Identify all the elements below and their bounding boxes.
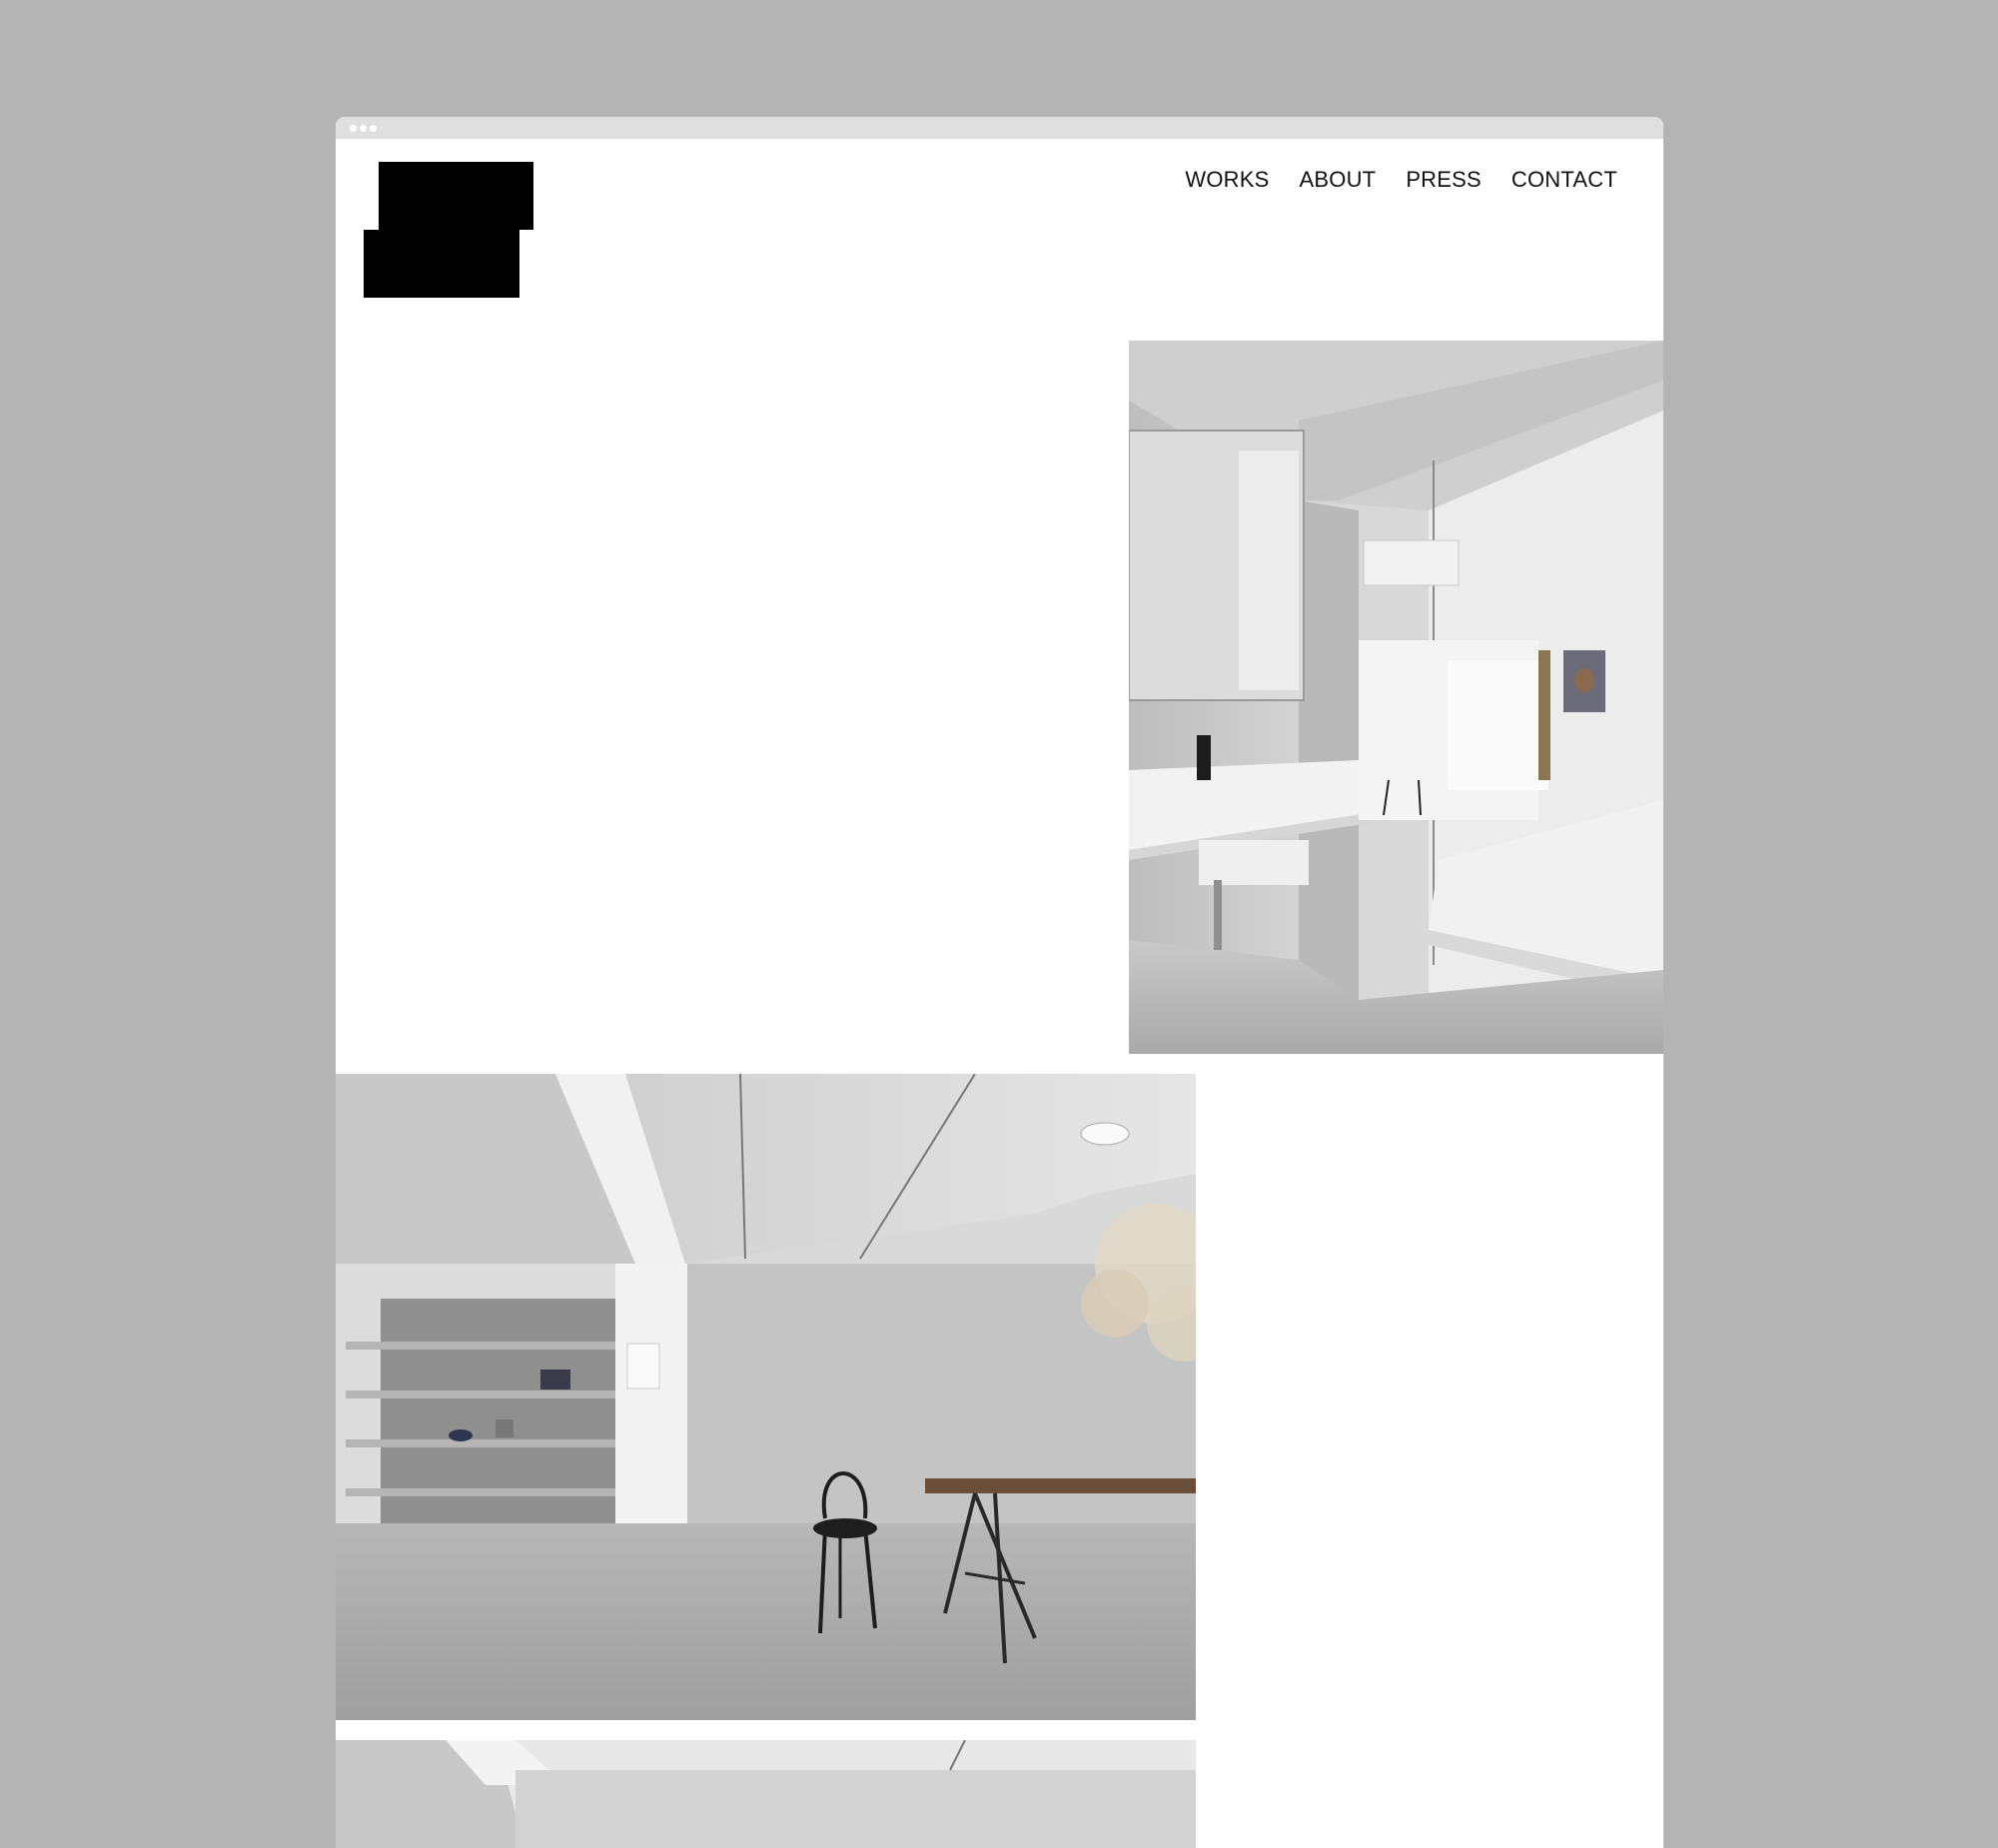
gallery-photo-dining-room[interactable] [336, 1074, 1196, 1720]
nav-press[interactable]: PRESS [1406, 167, 1482, 193]
logo-block-bottom [364, 230, 519, 298]
site-logo[interactable] [364, 162, 533, 298]
nav-about[interactable]: ABOUT [1300, 167, 1377, 193]
bathroom-bedroom-image [1129, 341, 1663, 1054]
window-dot-icon[interactable] [370, 125, 377, 132]
window-dot-icon[interactable] [350, 125, 357, 132]
dining-room-image [336, 1074, 1196, 1720]
interior-partial-image [336, 1740, 1196, 1848]
browser-title-bar [336, 117, 1663, 139]
window-dot-icon[interactable] [360, 125, 367, 132]
gallery-photo-bathroom-bedroom[interactable] [1129, 341, 1663, 1054]
main-nav: WORKS ABOUT PRESS CONTACT [1185, 167, 1617, 193]
logo-block-top [379, 162, 533, 230]
browser-window: WORKS ABOUT PRESS CONTACT [336, 117, 1663, 1848]
window-controls [350, 125, 377, 132]
gallery-photo-interior-partial[interactable] [336, 1740, 1196, 1848]
nav-contact[interactable]: CONTACT [1511, 167, 1617, 193]
nav-works[interactable]: WORKS [1185, 167, 1269, 193]
